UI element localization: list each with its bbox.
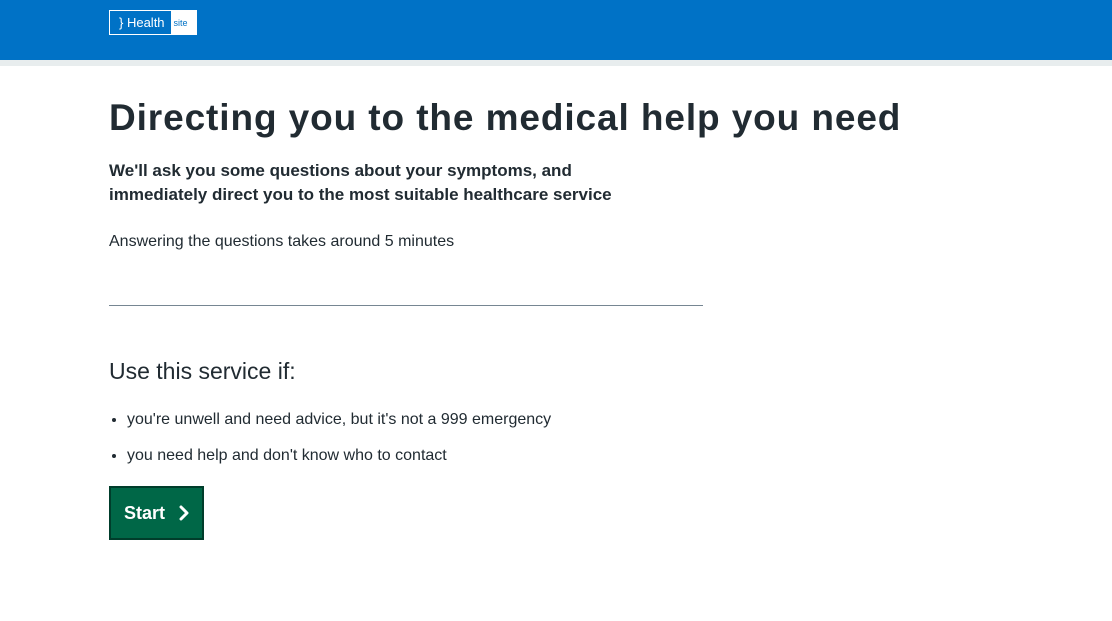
section-divider xyxy=(109,305,703,306)
time-estimate: Answering the questions takes around 5 m… xyxy=(109,233,455,250)
list-item: you're unwell and need advice, but it's … xyxy=(127,408,551,432)
list-item: you need help and don't know who to cont… xyxy=(127,444,551,468)
header-underline xyxy=(0,60,1112,66)
use-service-list: you're unwell and need advice, but it's … xyxy=(109,408,551,480)
use-service-heading: Use this service if: xyxy=(109,358,296,384)
chevron-right-icon xyxy=(179,505,190,521)
site-header: } Health site xyxy=(0,0,1112,60)
start-button-label: Start xyxy=(124,502,166,523)
site-logo[interactable]: } Health site xyxy=(109,10,197,35)
intro-text: We'll ask you some questions about your … xyxy=(109,161,612,204)
page-title: Directing you to the medical help you ne… xyxy=(109,97,902,138)
start-button[interactable]: Start xyxy=(109,486,204,540)
logo-text: } Health xyxy=(119,15,165,30)
logo-suffix: site xyxy=(170,11,196,34)
